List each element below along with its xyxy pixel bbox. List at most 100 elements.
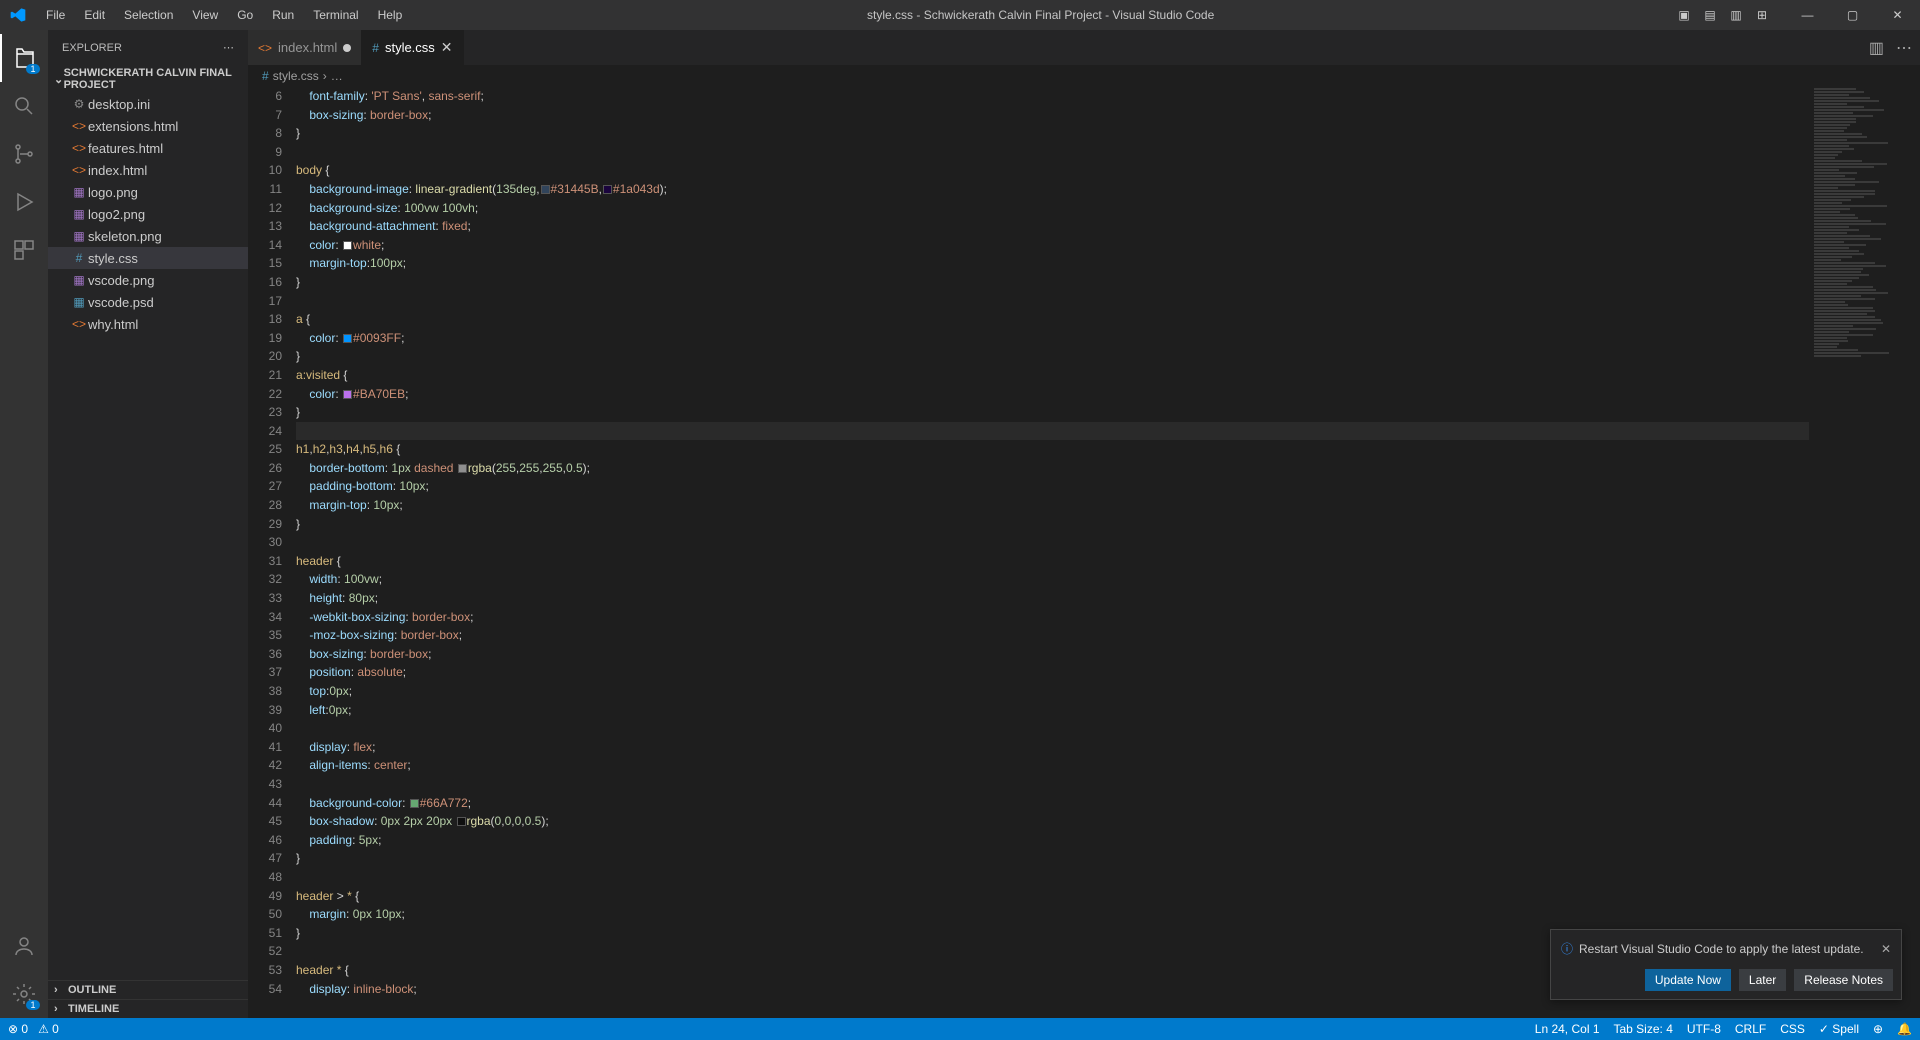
file-item[interactable]: <>index.html: [48, 159, 248, 181]
menu-go[interactable]: Go: [229, 4, 261, 26]
menu-selection[interactable]: Selection: [116, 4, 181, 26]
file-item[interactable]: ▦skeleton.png: [48, 225, 248, 247]
status-item[interactable]: ✓ Spell: [1819, 1022, 1859, 1036]
file-item[interactable]: <>extensions.html: [48, 115, 248, 137]
line-gutter: 6789101112131415161718192021222324252627…: [248, 87, 296, 1018]
file-icon: <>: [70, 317, 88, 331]
file-name: logo.png: [88, 185, 138, 200]
editor-tabs: <> index.html # style.css ✕ ▥ ⋯: [248, 30, 1920, 65]
settings-badge: 1: [26, 1000, 40, 1010]
editor-tab[interactable]: <> index.html: [248, 30, 362, 65]
extensions-icon[interactable]: [0, 226, 48, 274]
css-file-icon: #: [262, 69, 269, 83]
file-name: style.css: [88, 251, 138, 266]
info-icon: ⓘ: [1561, 940, 1573, 957]
sidebar-more-icon[interactable]: ⋯: [223, 41, 234, 54]
file-name: index.html: [88, 163, 147, 178]
notification-button[interactable]: Update Now: [1645, 969, 1731, 991]
notification-close-icon[interactable]: ✕: [1881, 942, 1891, 956]
file-name: skeleton.png: [88, 229, 162, 244]
breadcrumb[interactable]: # style.css › …: [248, 65, 1920, 87]
minimize-icon[interactable]: —: [1785, 0, 1830, 30]
file-icon: ▦: [70, 273, 88, 287]
file-item[interactable]: #style.css: [48, 247, 248, 269]
code-content[interactable]: font-family: 'PT Sans', sans-serif; box-…: [296, 87, 1809, 1018]
file-item[interactable]: ▦vscode.psd: [48, 291, 248, 313]
explorer-sidebar: EXPLORER ⋯ ⌄ SCHWICKERATH CALVIN FINAL P…: [48, 30, 248, 1018]
notification-message: Restart Visual Studio Code to apply the …: [1579, 942, 1864, 956]
file-icon: ▦: [70, 185, 88, 199]
editor[interactable]: 6789101112131415161718192021222324252627…: [248, 87, 1920, 1018]
file-item[interactable]: ▦logo2.png: [48, 203, 248, 225]
status-item[interactable]: Ln 24, Col 1: [1535, 1022, 1600, 1036]
file-icon: <>: [70, 163, 88, 177]
accounts-icon[interactable]: [0, 922, 48, 970]
menu-run[interactable]: Run: [264, 4, 302, 26]
status-item[interactable]: ⊕: [1873, 1022, 1883, 1036]
tab-close-icon[interactable]: ✕: [441, 39, 453, 56]
menu-terminal[interactable]: Terminal: [305, 4, 366, 26]
menu-edit[interactable]: Edit: [76, 4, 113, 26]
status-item[interactable]: CSS: [1780, 1022, 1805, 1036]
split-editor-icon[interactable]: ▥: [1869, 38, 1884, 58]
scrollbar[interactable]: [1906, 87, 1920, 1018]
close-icon[interactable]: ✕: [1875, 0, 1920, 30]
run-debug-icon[interactable]: [0, 178, 48, 226]
file-item[interactable]: ▦vscode.png: [48, 269, 248, 291]
tab-file-icon: #: [372, 41, 379, 55]
file-icon: ▦: [70, 295, 88, 309]
status-item[interactable]: CRLF: [1735, 1022, 1766, 1036]
status-item[interactable]: UTF-8: [1687, 1022, 1721, 1036]
toggle-secondary-sidebar-icon[interactable]: ▥: [1723, 0, 1749, 30]
file-item[interactable]: ▦logo.png: [48, 181, 248, 203]
tab-label: index.html: [278, 40, 337, 55]
menu-file[interactable]: File: [38, 4, 73, 26]
file-name: vscode.psd: [88, 295, 154, 310]
file-icon: <>: [70, 119, 88, 133]
file-item[interactable]: <>why.html: [48, 313, 248, 335]
editor-group: <> index.html # style.css ✕ ▥ ⋯ # style.css …: [248, 30, 1920, 1018]
editor-tab[interactable]: # style.css ✕: [362, 30, 463, 65]
file-item[interactable]: <>features.html: [48, 137, 248, 159]
toggle-primary-sidebar-icon[interactable]: ▣: [1671, 0, 1697, 30]
tab-file-icon: <>: [258, 41, 272, 55]
file-name: extensions.html: [88, 119, 178, 134]
file-name: logo2.png: [88, 207, 145, 222]
status-item[interactable]: ⊗ 0: [8, 1022, 28, 1036]
notification-button[interactable]: Release Notes: [1794, 969, 1893, 991]
toggle-panel-icon[interactable]: ▤: [1697, 0, 1723, 30]
file-icon: <>: [70, 141, 88, 155]
timeline-section[interactable]: ›TIMELINE: [48, 999, 248, 1018]
activity-bar: 1 1: [0, 30, 48, 1018]
settings-gear-icon[interactable]: 1: [0, 970, 48, 1018]
minimap[interactable]: [1809, 87, 1906, 1018]
menu-view[interactable]: View: [184, 4, 226, 26]
status-item[interactable]: ⚠ 0: [38, 1022, 59, 1036]
file-name: desktop.ini: [88, 97, 150, 112]
app-logo-icon: [0, 7, 35, 23]
outline-section[interactable]: ›OUTLINE: [48, 980, 248, 999]
status-item[interactable]: 🔔: [1897, 1022, 1912, 1036]
chevron-down-icon: ⌄: [54, 73, 64, 86]
sidebar-title: EXPLORER: [62, 42, 122, 54]
source-control-icon[interactable]: [0, 130, 48, 178]
update-notification: ⓘ Restart Visual Studio Code to apply th…: [1550, 929, 1902, 1000]
explorer-icon[interactable]: 1: [0, 34, 48, 82]
more-actions-icon[interactable]: ⋯: [1896, 38, 1912, 58]
file-list: ⚙desktop.ini<>extensions.html<>features.…: [48, 93, 248, 980]
customize-layout-icon[interactable]: ⊞: [1749, 0, 1775, 30]
tab-label: style.css: [385, 40, 435, 55]
window-controls: — ▢ ✕: [1785, 0, 1920, 30]
sidebar-header: EXPLORER ⋯: [48, 30, 248, 65]
search-icon[interactable]: [0, 82, 48, 130]
maximize-icon[interactable]: ▢: [1830, 0, 1875, 30]
menu-help[interactable]: Help: [370, 4, 411, 26]
file-item[interactable]: ⚙desktop.ini: [48, 93, 248, 115]
breadcrumb-more: …: [331, 69, 343, 83]
main-area: 1 1 EXPLORER ⋯ ⌄ SCHWICKERATH CAL: [0, 30, 1920, 1018]
status-item[interactable]: Tab Size: 4: [1614, 1022, 1673, 1036]
tabs-actions: ▥ ⋯: [1861, 30, 1920, 65]
explorer-badge: 1: [26, 64, 40, 74]
notification-button[interactable]: Later: [1739, 969, 1786, 991]
folder-header[interactable]: ⌄ SCHWICKERATH CALVIN FINAL PROJECT: [48, 65, 248, 93]
